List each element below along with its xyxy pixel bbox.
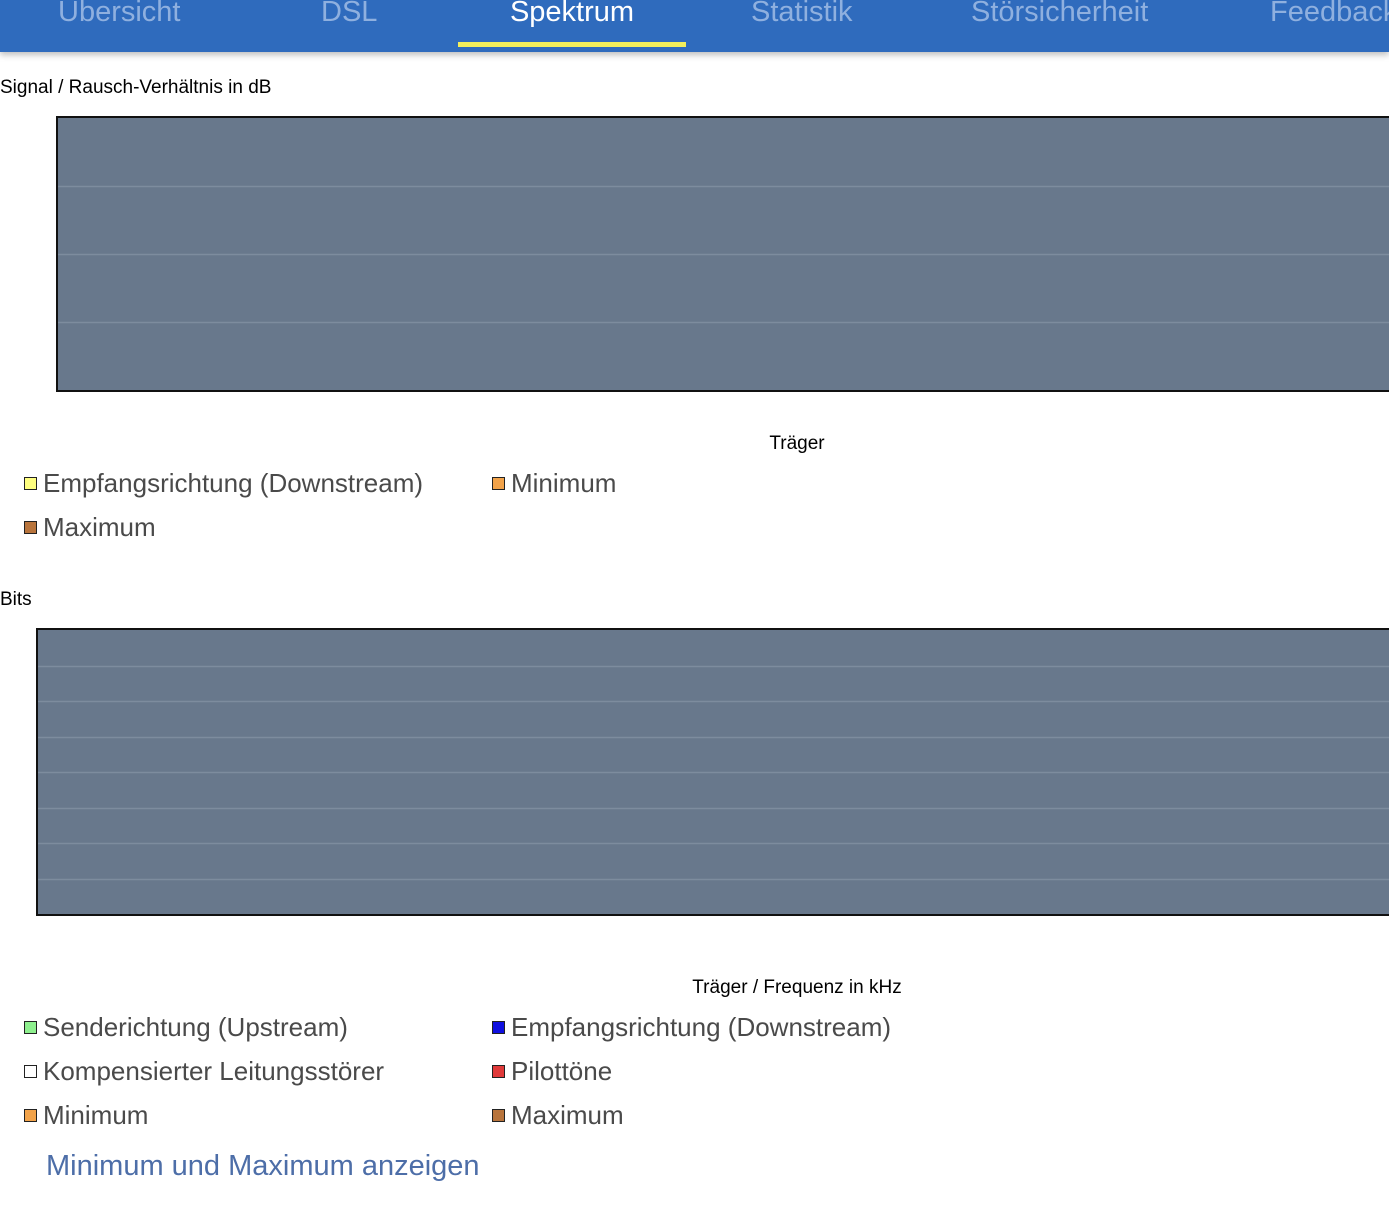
legend-swatch xyxy=(24,520,37,534)
bits-legend-pilot-tones: Pilottöne xyxy=(492,1056,612,1086)
legend-swatch xyxy=(24,1020,37,1034)
snr-legend-maximum: Maximum xyxy=(24,512,156,542)
tab-uebersicht[interactable]: Übersicht xyxy=(58,0,181,52)
tab-bar: Übersicht DSL Spektrum Statistik Störsic… xyxy=(0,0,1389,52)
legend-label: Pilottöne xyxy=(511,1055,613,1086)
legend-label: Minimum xyxy=(511,467,617,498)
bits-chart-svg xyxy=(38,665,1389,881)
legend-label: Senderichtung (Upstream) xyxy=(43,1011,348,1042)
bits-legend-maximum: Maximum xyxy=(492,1100,624,1130)
legend-swatch xyxy=(24,1108,37,1122)
legend-swatch xyxy=(24,476,37,490)
snr-y-axis-title: Signal / Rausch-Verhältnis in dB xyxy=(0,77,272,98)
bits-legend-upstream: Senderichtung (Upstream) xyxy=(24,1012,348,1042)
bits-legend-compensated-noise: Kompensierter Leitungsstörer xyxy=(24,1056,384,1086)
legend-label: Empfangsrichtung (Downstream) xyxy=(43,467,424,498)
bits-x-axis-title: Träger / Frequenz in kHz xyxy=(692,977,902,998)
legend-label: Kompensierter Leitungsstörer xyxy=(43,1055,385,1086)
legend-label: Minimum xyxy=(43,1099,149,1130)
snr-legend-minimum: Minimum xyxy=(492,468,616,498)
bits-y-axis-title: Bits xyxy=(0,589,32,610)
bits-chart-plot xyxy=(36,628,1389,916)
active-tab-indicator xyxy=(458,42,686,47)
legend-swatch xyxy=(24,1064,37,1078)
snr-chart-svg xyxy=(58,185,1389,324)
tab-statistik[interactable]: Statistik xyxy=(751,0,853,52)
snr-chart-plot xyxy=(56,116,1389,392)
legend-label: Empfangsrichtung (Downstream) xyxy=(511,1011,892,1042)
bits-legend-minimum: Minimum xyxy=(24,1100,148,1130)
tab-stoersicherheit[interactable]: Störsicherheit xyxy=(971,0,1148,52)
legend-swatch xyxy=(492,1020,505,1034)
bits-legend-downstream: Empfangsrichtung (Downstream) xyxy=(492,1012,891,1042)
show-min-max-link[interactable]: Minimum und Maximum anzeigen xyxy=(46,1148,480,1184)
legend-label: Maximum xyxy=(43,511,156,542)
snr-x-axis-title: Träger xyxy=(769,433,825,454)
tab-feedback[interactable]: Feedback xyxy=(1270,0,1389,52)
legend-swatch xyxy=(492,1064,505,1078)
legend-swatch xyxy=(492,1108,505,1122)
legend-label: Maximum xyxy=(511,1099,624,1130)
tab-dsl[interactable]: DSL xyxy=(321,0,377,52)
snr-legend-downstream: Empfangsrichtung (Downstream) xyxy=(24,468,423,498)
legend-swatch xyxy=(492,476,505,490)
